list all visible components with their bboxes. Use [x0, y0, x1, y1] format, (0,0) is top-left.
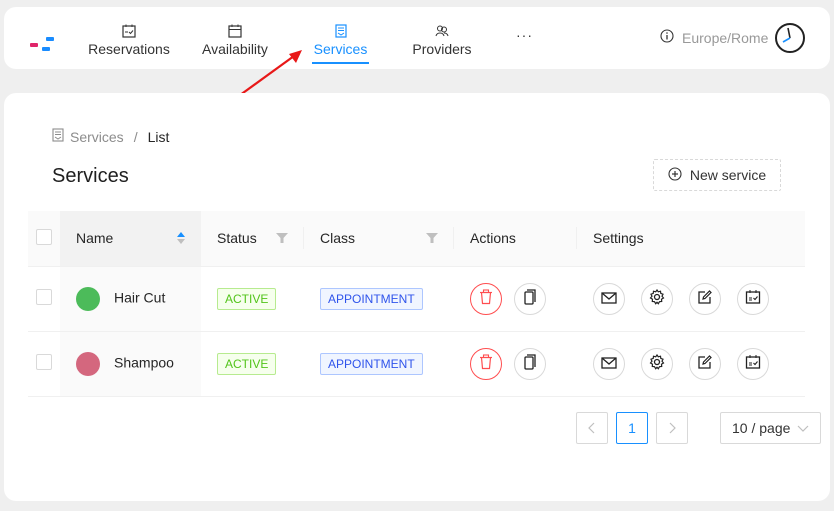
breadcrumb-separator: / [133, 128, 138, 145]
status-badge: ACTIVE [217, 287, 277, 310]
email-settings-button[interactable] [593, 347, 625, 380]
delete-button[interactable] [470, 282, 502, 315]
general-settings-button[interactable] [641, 282, 673, 315]
plus-circle-icon [668, 166, 682, 184]
filter-icon[interactable] [426, 230, 438, 246]
column-header-status[interactable]: Status [201, 211, 304, 267]
clock-icon[interactable] [774, 22, 806, 59]
gear-icon [649, 353, 665, 373]
service-name[interactable]: Shampoo [114, 354, 174, 370]
copy-icon [523, 354, 537, 373]
trash-icon [479, 354, 493, 373]
class-badge: APPOINTMENT [320, 287, 423, 310]
calendar-check-icon [745, 289, 761, 308]
page-size-value: 10 / page [732, 420, 791, 436]
next-page-button[interactable] [656, 412, 688, 444]
filter-icon[interactable] [276, 230, 288, 246]
table-row: Shampoo ACTIVE APPOINTMENT [28, 331, 805, 397]
trash-icon [479, 289, 493, 308]
services-card: Services / List Services New service Nam… [4, 93, 830, 501]
top-navigation-bar: Reservations Availability Services Provi… [4, 7, 830, 69]
service-name[interactable]: Hair Cut [114, 289, 165, 305]
page-size-select[interactable]: 10 / page [720, 412, 821, 444]
prev-page-button[interactable] [576, 412, 608, 444]
column-label: Class [320, 230, 356, 247]
edit-icon [697, 289, 713, 308]
breadcrumb-current: List [147, 128, 170, 145]
nav-label: Reservations [88, 41, 170, 57]
new-service-button[interactable]: New service [653, 159, 781, 191]
nav-item-reservations[interactable]: Reservations [76, 7, 182, 69]
info-icon[interactable] [660, 29, 674, 46]
duplicate-button[interactable] [514, 282, 546, 315]
column-label: Status [217, 230, 257, 247]
edit-button[interactable] [689, 282, 721, 315]
column-header-settings: Settings [577, 211, 805, 267]
services-icon [334, 23, 347, 39]
breadcrumb: Services / List [52, 128, 169, 145]
sort-icon[interactable] [177, 232, 185, 245]
app-logo[interactable] [30, 35, 56, 55]
status-badge: ACTIVE [217, 352, 277, 375]
reservation-settings-button[interactable] [737, 347, 769, 380]
select-all-checkbox[interactable] [36, 228, 52, 245]
timezone-display: Europe/Rome [660, 29, 768, 46]
duplicate-button[interactable] [514, 347, 546, 380]
mail-icon [601, 356, 617, 372]
row-checkbox[interactable] [36, 354, 52, 370]
email-settings-button[interactable] [593, 282, 625, 315]
general-settings-button[interactable] [641, 347, 673, 380]
column-header-name[interactable]: Name [60, 211, 201, 267]
nav-item-availability[interactable]: Availability [200, 7, 270, 69]
new-service-label: New service [689, 167, 767, 183]
chevron-down-icon [797, 420, 809, 436]
nav-item-providers[interactable]: Providers [412, 7, 472, 69]
table-row: Hair Cut ACTIVE APPOINTMENT [28, 266, 805, 332]
page-title: Services [52, 165, 129, 187]
breadcrumb-services-link[interactable]: Services [70, 129, 124, 145]
pagination: 1 10 / page [576, 412, 821, 444]
delete-button[interactable] [470, 347, 502, 380]
reservation-settings-button[interactable] [737, 282, 769, 315]
calendar-check-icon [122, 23, 136, 39]
column-label: Actions [470, 230, 516, 247]
services-table: Name Status Class Actions Settings Hair … [28, 211, 805, 397]
providers-icon [435, 23, 449, 39]
more-menu-button[interactable]: ··· [516, 27, 533, 43]
services-icon [52, 128, 64, 145]
nav-label: Providers [412, 41, 472, 57]
mail-icon [601, 291, 617, 307]
service-color-dot [76, 351, 100, 376]
column-header-class[interactable]: Class [304, 211, 454, 267]
column-label: Name [76, 230, 114, 247]
copy-icon [523, 289, 537, 308]
column-label: Settings [593, 230, 644, 247]
calendar-icon [228, 23, 242, 39]
row-checkbox[interactable] [36, 289, 52, 305]
edit-icon [697, 354, 713, 373]
table-header-row: Name Status Class Actions Settings [28, 211, 805, 267]
nav-label: Availability [202, 41, 268, 57]
gear-icon [649, 288, 665, 308]
class-badge: APPOINTMENT [320, 352, 423, 375]
nav-label: Services [313, 41, 368, 57]
page-1-button[interactable]: 1 [616, 412, 648, 444]
edit-button[interactable] [689, 347, 721, 380]
nav-item-services[interactable]: Services [312, 7, 369, 69]
calendar-check-icon [745, 354, 761, 373]
service-color-dot [76, 286, 100, 311]
column-header-actions: Actions [454, 211, 577, 267]
timezone-label: Europe/Rome [682, 29, 769, 46]
